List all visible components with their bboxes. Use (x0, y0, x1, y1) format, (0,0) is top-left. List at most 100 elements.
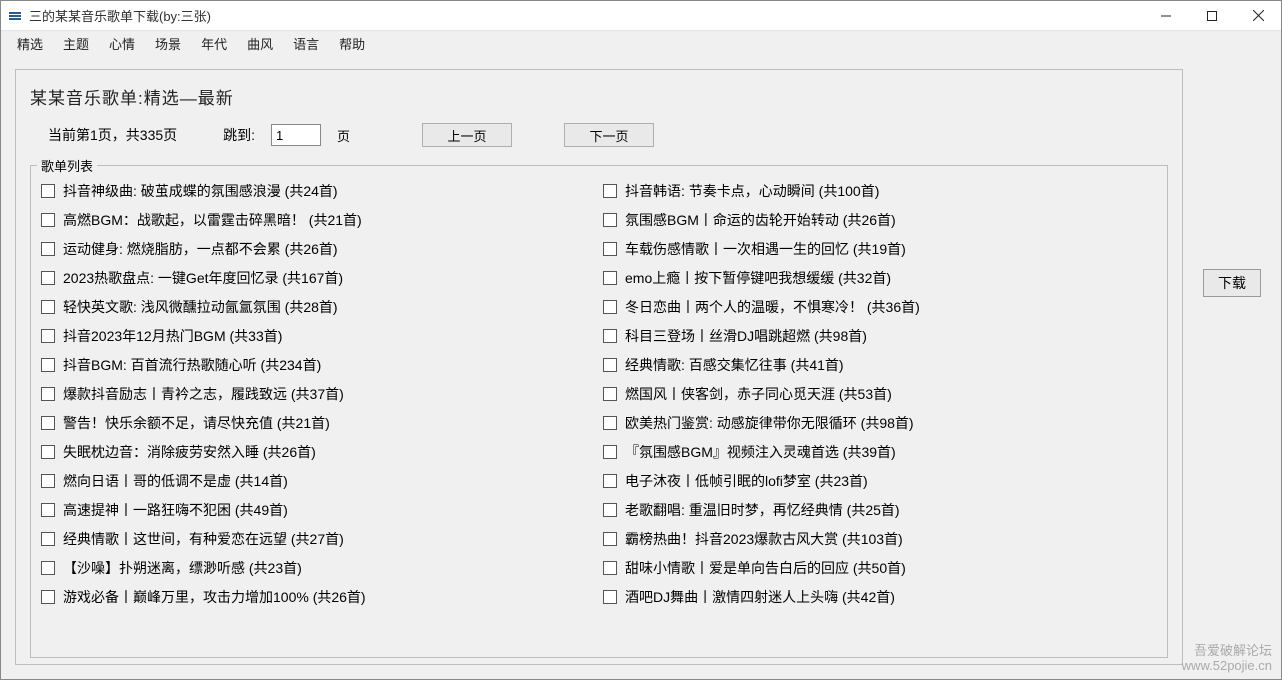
menu-theme[interactable]: 主题 (55, 32, 97, 55)
page-status: 当前第1页，共335页 (48, 125, 177, 145)
page-title: 某某音乐歌单:精选—最新 (30, 84, 1168, 109)
playlist-label: 【沙噪】扑朔迷离，缥渺听感 (共23首) (63, 558, 302, 578)
playlist-checkbox[interactable] (603, 561, 617, 575)
playlist-item[interactable]: 霸榜热曲！抖音2023爆款古风大赏 (共103首) (599, 524, 1161, 553)
playlist-item[interactable]: 抖音韩语: 节奏卡点，心动瞬间 (共100首) (599, 176, 1161, 205)
playlist-checkbox[interactable] (41, 416, 55, 430)
playlist-item[interactable]: 甜味小情歌丨爱是单向告白后的回应 (共50首) (599, 553, 1161, 582)
menu-help[interactable]: 帮助 (331, 32, 373, 55)
group-title: 歌单列表 (37, 156, 97, 175)
playlist-checkbox[interactable] (603, 184, 617, 198)
playlist-item[interactable]: 爆款抖音励志丨青衿之志，履践致远 (共37首) (37, 379, 599, 408)
page-suffix: 页 (337, 126, 350, 145)
close-button[interactable] (1235, 1, 1281, 31)
playlist-checkbox[interactable] (603, 213, 617, 227)
playlist-item[interactable]: 车载伤感情歌丨一次相遇一生的回忆 (共19首) (599, 234, 1161, 263)
playlist-checkbox[interactable] (603, 532, 617, 546)
playlist-checkbox[interactable] (41, 184, 55, 198)
playlist-item[interactable]: 冬日恋曲丨两个人的温暖，不惧寒冷！ (共36首) (599, 292, 1161, 321)
playlist-item[interactable]: 运动健身: 燃烧脂肪，一点都不会累 (共26首) (37, 234, 599, 263)
playlist-item[interactable]: 高燃BGM：战歌起，以雷霆击碎黑暗！ (共21首) (37, 205, 599, 234)
playlist-item[interactable]: 经典情歌丨这世间，有种爱恋在远望 (共27首) (37, 524, 599, 553)
playlist-checkbox[interactable] (603, 271, 617, 285)
menu-featured[interactable]: 精选 (9, 32, 51, 55)
playlist-checkbox[interactable] (41, 474, 55, 488)
playlist-item[interactable]: 失眠枕边音：消除疲劳安然入睡 (共26首) (37, 437, 599, 466)
playlist-group: 歌单列表 抖音神级曲: 破茧成蝶的氛围感浪漫 (共24首)高燃BGM：战歌起，以… (30, 165, 1168, 658)
playlist-item[interactable]: 【沙噪】扑朔迷离，缥渺听感 (共23首) (37, 553, 599, 582)
playlist-label: 氛围感BGM丨命运的齿轮开始转动 (共26首) (625, 210, 896, 230)
playlist-checkbox[interactable] (41, 242, 55, 256)
playlist-label: 抖音BGM: 百首流行热歌随心听 (共234首) (63, 355, 321, 375)
maximize-button[interactable] (1189, 1, 1235, 31)
playlist-item[interactable]: 『氛围感BGM』视频注入灵魂首选 (共39首) (599, 437, 1161, 466)
playlist-item[interactable]: 燃国风丨侠客剑，赤子同心觅天涯 (共53首) (599, 379, 1161, 408)
minimize-button[interactable] (1143, 1, 1189, 31)
playlist-checkbox[interactable] (603, 358, 617, 372)
menubar: 精选 主题 心情 场景 年代 曲风 语言 帮助 (1, 31, 1281, 55)
playlist-label: 经典情歌: 百感交集忆往事 (共41首) (625, 355, 844, 375)
playlist-item[interactable]: 轻快英文歌: 浅风微醺拉动氤氲氛围 (共28首) (37, 292, 599, 321)
playlist-item[interactable]: 老歌翻唱: 重温旧时梦，再忆经典情 (共25首) (599, 495, 1161, 524)
playlist-item[interactable]: 警告！快乐余额不足，请尽快充值 (共21首) (37, 408, 599, 437)
playlist-label: 爆款抖音励志丨青衿之志，履践致远 (共37首) (63, 384, 344, 404)
menu-era[interactable]: 年代 (193, 32, 235, 55)
playlist-label: 『氛围感BGM』视频注入灵魂首选 (共39首) (625, 442, 896, 462)
playlist-checkbox[interactable] (603, 590, 617, 604)
main-panel: 某某音乐歌单:精选—最新 当前第1页，共335页 跳到: 页 上一页 下一页 歌… (15, 69, 1183, 665)
playlist-checkbox[interactable] (603, 503, 617, 517)
playlist-item[interactable]: 氛围感BGM丨命运的齿轮开始转动 (共26首) (599, 205, 1161, 234)
prev-page-button[interactable]: 上一页 (422, 123, 512, 147)
playlist-checkbox[interactable] (41, 387, 55, 401)
playlist-checkbox[interactable] (41, 300, 55, 314)
playlist-checkbox[interactable] (41, 532, 55, 546)
pager: 当前第1页，共335页 跳到: 页 上一页 下一页 (30, 123, 1168, 147)
playlist-item[interactable]: 抖音2023年12月热门BGM (共33首) (37, 321, 599, 350)
playlist-label: emo上瘾丨按下暂停键吧我想缓缓 (共32首) (625, 268, 891, 288)
download-button[interactable]: 下载 (1203, 269, 1261, 297)
playlist-label: 经典情歌丨这世间，有种爱恋在远望 (共27首) (63, 529, 344, 549)
playlist-label: 高速提神丨一路狂嗨不犯困 (共49首) (63, 500, 288, 520)
next-page-button[interactable]: 下一页 (564, 123, 654, 147)
playlist-checkbox[interactable] (603, 387, 617, 401)
window-title: 三的某某音乐歌单下载(by:三张) (29, 6, 211, 25)
playlist-checkbox[interactable] (603, 242, 617, 256)
playlist-label: 警告！快乐余额不足，请尽快充值 (共21首) (63, 413, 330, 433)
playlist-checkbox[interactable] (603, 300, 617, 314)
playlist-checkbox[interactable] (41, 358, 55, 372)
playlist-checkbox[interactable] (41, 329, 55, 343)
playlist-checkbox[interactable] (41, 561, 55, 575)
playlist-checkbox[interactable] (41, 213, 55, 227)
playlist-item[interactable]: 科目三登场丨丝滑DJ唱跳超燃 (共98首) (599, 321, 1161, 350)
playlist-checkbox[interactable] (41, 590, 55, 604)
playlist-label: 失眠枕边音：消除疲劳安然入睡 (共26首) (63, 442, 316, 462)
menu-language[interactable]: 语言 (285, 32, 327, 55)
menu-scene[interactable]: 场景 (147, 32, 189, 55)
playlist-checkbox[interactable] (603, 445, 617, 459)
playlist-checkbox[interactable] (41, 271, 55, 285)
playlist-label: 游戏必备丨巅峰万里，攻击力增加100% (共26首) (63, 587, 366, 607)
menu-mood[interactable]: 心情 (101, 32, 143, 55)
playlist-item[interactable]: 抖音BGM: 百首流行热歌随心听 (共234首) (37, 350, 599, 379)
playlist-item[interactable]: 燃向日语丨哥的低调不是虚 (共14首) (37, 466, 599, 495)
playlist-checkbox[interactable] (603, 329, 617, 343)
playlist-item[interactable]: 经典情歌: 百感交集忆往事 (共41首) (599, 350, 1161, 379)
playlist-label: 酒吧DJ舞曲丨激情四射迷人上头嗨 (共42首) (625, 587, 895, 607)
playlist-item[interactable]: 抖音神级曲: 破茧成蝶的氛围感浪漫 (共24首) (37, 176, 599, 205)
menu-style[interactable]: 曲风 (239, 32, 281, 55)
playlist-label: 冬日恋曲丨两个人的温暖，不惧寒冷！ (共36首) (625, 297, 920, 317)
page-input[interactable] (271, 124, 321, 146)
playlist-item[interactable]: 高速提神丨一路狂嗨不犯困 (共49首) (37, 495, 599, 524)
playlist-checkbox[interactable] (41, 503, 55, 517)
playlist-item[interactable]: 欧美热门鉴赏: 动感旋律带你无限循环 (共98首) (599, 408, 1161, 437)
playlist-item[interactable]: emo上瘾丨按下暂停键吧我想缓缓 (共32首) (599, 263, 1161, 292)
playlist-checkbox[interactable] (603, 416, 617, 430)
playlist-item[interactable]: 2023热歌盘点: 一键Get年度回忆录 (共167首) (37, 263, 599, 292)
playlist-label: 燃国风丨侠客剑，赤子同心觅天涯 (共53首) (625, 384, 892, 404)
playlist-item[interactable]: 游戏必备丨巅峰万里，攻击力增加100% (共26首) (37, 582, 599, 611)
playlist-item[interactable]: 酒吧DJ舞曲丨激情四射迷人上头嗨 (共42首) (599, 582, 1161, 611)
playlist-checkbox[interactable] (41, 445, 55, 459)
playlist-item[interactable]: 电子沐夜丨低帧引眠的lofi梦室 (共23首) (599, 466, 1161, 495)
playlist-label: 老歌翻唱: 重温旧时梦，再忆经典情 (共25首) (625, 500, 900, 520)
playlist-checkbox[interactable] (603, 474, 617, 488)
